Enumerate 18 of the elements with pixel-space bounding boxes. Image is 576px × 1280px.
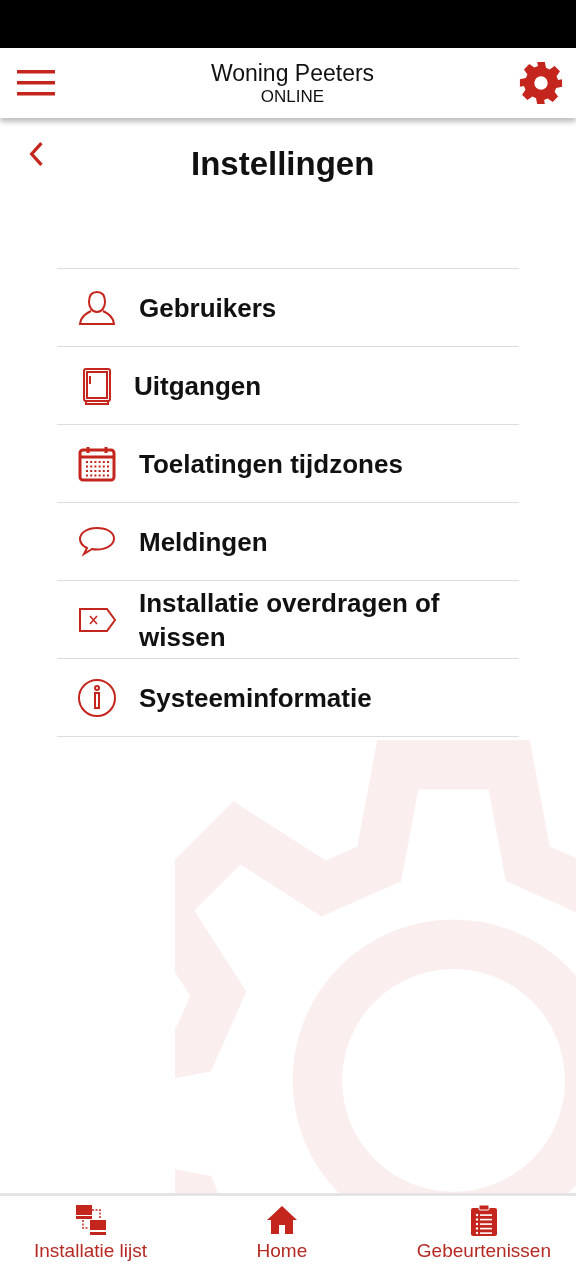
settings-item[interactable]: Systeeminformatie	[57, 659, 519, 737]
nav-tab[interactable]: Installatie lijst	[34, 1204, 147, 1280]
settings-icon[interactable]	[518, 60, 564, 106]
devices-icon	[74, 1204, 107, 1236]
header-title: Woning Peeters	[210, 59, 375, 87]
connection-status: ONLINE	[260, 87, 325, 107]
info-icon	[77, 677, 117, 718]
settings-item[interactable]: Installatie overdragen of wissen	[57, 581, 519, 659]
settings-item[interactable]: Toelatingen tijdzones	[57, 425, 519, 503]
menu-icon[interactable]	[17, 70, 55, 96]
nav-tab[interactable]: Home	[256, 1204, 308, 1280]
page-title: Instellingen	[191, 145, 375, 183]
back-icon[interactable]	[28, 141, 44, 167]
settings-item[interactable]: Meldingen	[57, 503, 519, 581]
settings-item[interactable]: Uitgangen	[57, 347, 519, 425]
nav-tab[interactable]: Gebeurtenissen	[416, 1204, 551, 1280]
home-icon	[265, 1204, 298, 1236]
settings-item[interactable]: Gebruikers	[57, 269, 519, 347]
